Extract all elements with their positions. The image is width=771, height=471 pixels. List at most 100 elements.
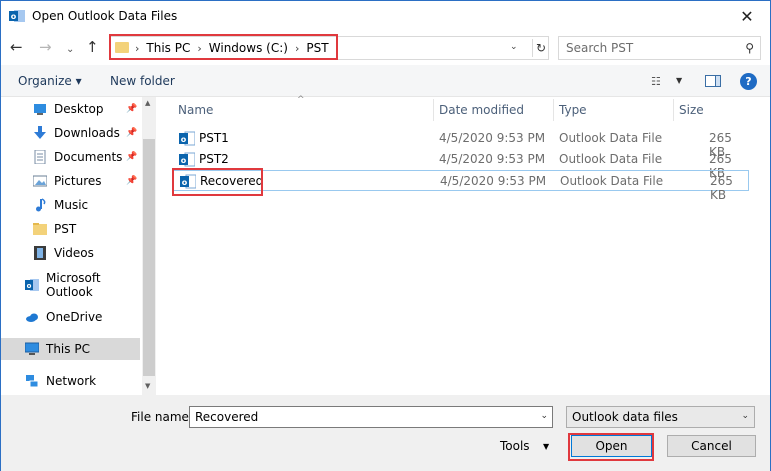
sidebar-item-label: Microsoft Outlook [46, 271, 101, 299]
search-input[interactable] [560, 38, 730, 58]
file-type: Outlook Data File [559, 152, 663, 166]
column-header-date-modified[interactable]: Date modified [439, 98, 524, 122]
close-icon: ✕ [740, 7, 754, 26]
sidebar-item-pictures[interactable]: Pictures 📌 [1, 170, 140, 192]
folder-icon [33, 223, 47, 235]
view-dropdown-icon[interactable]: ▼ [676, 76, 682, 85]
file-row-pst2[interactable]: o PST2 4/5/2020 9:53 PM Outlook Data Fil… [173, 149, 749, 180]
documents-icon [34, 150, 46, 164]
column-header-type[interactable]: Type [559, 98, 587, 122]
sidebar-item-network[interactable]: Network [1, 370, 140, 392]
sidebar-item-label: Network [46, 374, 97, 388]
file-type: Outlook Data File [560, 174, 664, 188]
open-highlight-box [568, 433, 654, 461]
scroll-up-arrow-icon[interactable]: ▲ [145, 99, 150, 107]
tools-button[interactable]: Tools [500, 439, 530, 453]
pin-icon[interactable]: 📌 [126, 128, 137, 138]
file-name-label: File name: [131, 410, 193, 424]
sidebar-item-this-pc[interactable]: This PC [1, 338, 140, 360]
help-icon[interactable]: ? [740, 73, 757, 90]
outlook-data-file-icon: o [179, 152, 195, 167]
sidebar-item-videos[interactable]: Videos [1, 242, 140, 264]
sidebar-item-label: This PC [46, 342, 90, 356]
file-name: PST1 [199, 131, 229, 145]
preview-pane-icon[interactable] [705, 75, 721, 87]
tools-dropdown-icon[interactable]: ▼ [543, 442, 549, 451]
sidebar-item-music[interactable]: Music [1, 194, 140, 216]
sidebar-item-downloads[interactable]: Downloads 📌 [1, 122, 140, 144]
recovered-highlight-box [172, 168, 263, 196]
search-box[interactable]: ⚲ [558, 36, 761, 60]
column-divider[interactable] [673, 99, 674, 121]
column-divider[interactable] [433, 99, 434, 121]
column-header-size[interactable]: Size [679, 98, 704, 122]
address-dropdown-icon[interactable]: ⌄ [510, 42, 518, 52]
chevron-down-icon[interactable]: ⌄ [540, 411, 548, 421]
file-type-value: Outlook data files [572, 410, 678, 424]
pin-icon[interactable]: 📌 [126, 104, 137, 114]
svg-text:o: o [181, 156, 187, 165]
pictures-icon [33, 175, 47, 187]
svg-text:o: o [11, 12, 17, 21]
sidebar-item-label: Documents [54, 150, 123, 164]
scrollbar-thumb[interactable] [143, 139, 155, 376]
sidebar-item-label: Music [54, 198, 89, 212]
computer-icon [25, 342, 39, 355]
view-options-icon[interactable]: ☷ [651, 75, 661, 88]
file-type-select[interactable]: Outlook data files ⌄ [566, 406, 755, 428]
file-size: 265 KB [710, 174, 733, 202]
sidebar-item-onedrive[interactable]: OneDrive [1, 306, 140, 328]
up-arrow-icon[interactable]: ↑ [86, 39, 99, 55]
pin-icon[interactable]: 📌 [126, 176, 137, 186]
sidebar-item-pst[interactable]: PST [1, 218, 140, 240]
column-header-name[interactable]: Name [178, 98, 213, 122]
file-date: 4/5/2020 9:53 PM [439, 152, 546, 166]
svg-text:o: o [181, 135, 187, 144]
file-row-pst1[interactable]: o PST1 4/5/2020 9:53 PM Outlook Data Fil… [173, 128, 749, 159]
sidebar-item-label: Videos [54, 246, 94, 260]
command-toolbar: Organize ▾ New folder ☷ ▼ ? [1, 65, 770, 97]
organize-button[interactable]: Organize ▾ [18, 74, 82, 88]
download-arrow-icon [34, 126, 46, 139]
sidebar-item-label: PST [54, 222, 77, 236]
cancel-button[interactable]: Cancel [667, 435, 756, 457]
close-button[interactable]: ✕ [724, 1, 770, 32]
outlook-icon: o [9, 10, 25, 22]
file-type: Outlook Data File [559, 131, 663, 145]
file-date: 4/5/2020 9:53 PM [439, 131, 546, 145]
forward-arrow-icon[interactable]: → [39, 39, 52, 55]
outlook-data-file-icon: o [179, 131, 195, 146]
sidebar-item-label: OneDrive [46, 310, 103, 324]
onedrive-cloud-icon [26, 313, 38, 322]
sidebar-item-desktop[interactable]: Desktop 📌 [1, 98, 140, 120]
open-outlook-data-files-dialog: o Open Outlook Data Files ✕ ← → ⌄ ↑ › Th… [0, 0, 771, 471]
sort-ascending-icon: ^ [297, 95, 305, 105]
music-note-icon [36, 198, 46, 212]
outlook-icon: o [25, 279, 39, 291]
sidebar-item-documents[interactable]: Documents 📌 [1, 146, 140, 168]
scroll-down-arrow-icon[interactable]: ▼ [145, 382, 150, 390]
sidebar-item-label: Desktop [54, 102, 104, 116]
back-arrow-icon[interactable]: ← [10, 39, 23, 55]
file-name: PST2 [199, 152, 229, 166]
address-highlight-box [109, 34, 338, 60]
sidebar-item-label: Downloads [54, 126, 120, 140]
search-icon[interactable]: ⚲ [745, 41, 754, 55]
pin-icon[interactable]: 📌 [126, 152, 137, 162]
sidebar-item-microsoft-outlook[interactable]: o Microsoft Outlook [1, 271, 140, 299]
file-name-field[interactable]: Recovered ⌄ [189, 406, 553, 428]
column-divider[interactable] [553, 99, 554, 121]
svg-text:o: o [27, 282, 32, 290]
chevron-down-icon[interactable]: ⌄ [741, 411, 749, 421]
recent-locations-chevron-icon[interactable]: ⌄ [66, 42, 74, 58]
title-bar: o Open Outlook Data Files ✕ [1, 1, 770, 32]
file-date: 4/5/2020 9:53 PM [440, 174, 547, 188]
window-title: Open Outlook Data Files [32, 9, 178, 23]
file-name-value[interactable]: Recovered [195, 410, 258, 424]
desktop-icon [34, 104, 46, 115]
sidebar-item-label: Pictures [54, 174, 102, 188]
network-icon [26, 375, 39, 388]
videos-icon [34, 246, 46, 260]
refresh-icon[interactable]: ↻ [532, 39, 549, 57]
new-folder-button[interactable]: New folder [110, 74, 175, 88]
